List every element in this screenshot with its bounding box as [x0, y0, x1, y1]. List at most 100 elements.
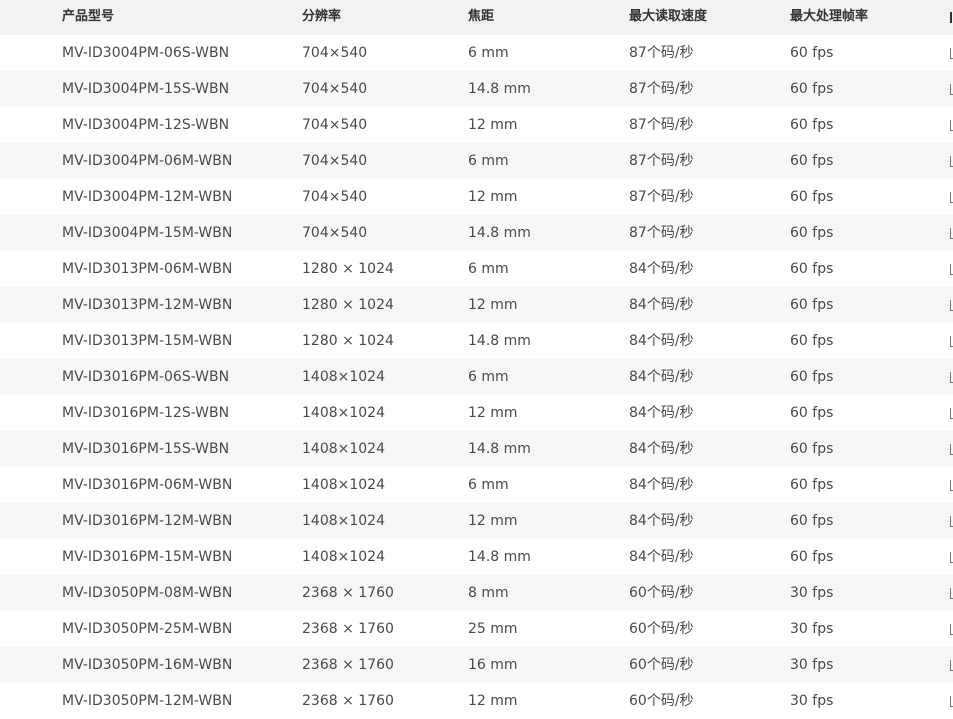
cell-max-frame-rate: 60 fps	[790, 549, 834, 565]
cell-max-frame-rate: 60 fps	[790, 261, 834, 277]
table-row: MV-ID3004PM-06S-WBN 704×540 6 mm 87个码/秒 60 f…	[0, 35, 953, 71]
cell-focal-length: 16 mm	[468, 657, 518, 673]
cell-focal-length: 12 mm	[468, 693, 518, 709]
cell-max-frame-rate: 60 fps	[790, 45, 834, 61]
cell-max-frame-rate: 60 fps	[790, 441, 834, 457]
cell-focal-length: 6 mm	[468, 153, 509, 169]
cell-focal-length: 12 mm	[468, 189, 518, 205]
table-row: MV-ID3013PM-06M-WBN 1280 × 1024 6 mm 84个码/秒…	[0, 251, 953, 287]
cell-resolution: 1280 × 1024	[302, 333, 394, 349]
cell-resolution: 704×540	[302, 225, 368, 241]
cell-max-read-speed: 60个码/秒	[629, 657, 694, 673]
cell-focal-length: 12 mm	[468, 513, 518, 529]
cell-max-frame-rate: 60 fps	[790, 477, 834, 493]
cell-max-read-speed: 84个码/秒	[629, 297, 694, 313]
cell-focal-length: 6 mm	[468, 369, 509, 385]
cell-resolution: 2368 × 1760	[302, 693, 394, 709]
table-row: MV-ID3013PM-15M-WBN 1280 × 1024 14.8 mm 84个…	[0, 323, 953, 359]
table-row: MV-ID3050PM-08M-WBN 2368 × 1760 8 mm 60个码/秒…	[0, 575, 953, 611]
cell-focal-length: 6 mm	[468, 261, 509, 277]
cell-resolution: 1408×1024	[302, 549, 385, 565]
header-resolution: 分辨率	[302, 9, 342, 24]
cell-max-read-speed: 84个码/秒	[629, 369, 694, 385]
table-row: MV-ID3016PM-12M-WBN 1408×1024 12 mm 84个码/秒 6…	[0, 503, 953, 539]
cell-model: MV-ID3013PM-06M-WBN	[62, 261, 233, 277]
cell-max-frame-rate: 60 fps	[790, 81, 834, 97]
cell-max-read-speed: 87个码/秒	[629, 225, 694, 241]
cell-focal-length: 14.8 mm	[468, 441, 531, 457]
cell-focal-length: 8 mm	[468, 585, 509, 601]
cell-model: MV-ID3016PM-06M-WBN	[62, 477, 233, 493]
table-row: MV-ID3013PM-12M-WBN 1280 × 1024 12 mm 84个码/…	[0, 287, 953, 323]
header-model: 产品型号	[62, 9, 115, 24]
cell-max-read-speed: 84个码/秒	[629, 513, 694, 529]
cell-max-frame-rate: 60 fps	[790, 153, 834, 169]
cell-resolution: 1280 × 1024	[302, 261, 394, 277]
cell-resolution: 1408×1024	[302, 405, 385, 421]
cell-model: MV-ID3016PM-12M-WBN	[62, 513, 233, 529]
cell-resolution: 704×540	[302, 153, 368, 169]
cell-focal-length: 12 mm	[468, 117, 518, 133]
cell-model: MV-ID3004PM-15S-WBN	[62, 81, 230, 97]
table-row: MV-ID3004PM-12M-WBN 704×540 12 mm 87个码/秒 60 …	[0, 179, 953, 215]
cell-focal-length: 6 mm	[468, 477, 509, 493]
table-body: MV-ID3004PM-06S-WBN 704×540 6 mm 87个码/秒 60 f…	[0, 35, 953, 719]
cell-max-read-speed: 60个码/秒	[629, 693, 694, 709]
cell-resolution: 704×540	[302, 81, 368, 97]
cell-model: MV-ID3013PM-15M-WBN	[62, 333, 233, 349]
cell-max-read-speed: 87个码/秒	[629, 45, 694, 61]
cell-max-read-speed: 87个码/秒	[629, 117, 694, 133]
cell-max-frame-rate: 60 fps	[790, 189, 834, 205]
cell-model: MV-ID3004PM-12S-WBN	[62, 117, 230, 133]
table-row: MV-ID3016PM-06M-WBN 1408×1024 6 mm 84个码/秒 60…	[0, 467, 953, 503]
cell-model: MV-ID3004PM-06S-WBN	[62, 45, 230, 61]
table-row: MV-ID3016PM-15S-WBN 1408×1024 14.8 mm 84个码/…	[0, 431, 953, 467]
table-row: MV-ID3004PM-12S-WBN 704×540 12 mm 87个码/秒 60 …	[0, 107, 953, 143]
table-row: MV-ID3016PM-12S-WBN 1408×1024 12 mm 84个码/秒 6…	[0, 395, 953, 431]
cell-resolution: 704×540	[302, 117, 368, 133]
product-spec-table: 产品型号 分辨率 焦距 最大读取速度 最大处理帧率 MV-ID3004PM-06…	[0, 0, 953, 719]
table-row: MV-ID3004PM-15M-WBN 704×540 14.8 mm 87个码/秒 6…	[0, 215, 953, 251]
table-row: MV-ID3050PM-16M-WBN 2368 × 1760 16 mm 60个码/…	[0, 647, 953, 683]
cell-focal-length: 14.8 mm	[468, 81, 531, 97]
cell-max-frame-rate: 60 fps	[790, 297, 834, 313]
cell-resolution: 1408×1024	[302, 369, 385, 385]
header-focal-length: 焦距	[468, 9, 495, 24]
cell-focal-length: 12 mm	[468, 405, 518, 421]
cell-max-read-speed: 87个码/秒	[629, 81, 694, 97]
cell-model: MV-ID3050PM-25M-WBN	[62, 621, 233, 637]
cell-max-frame-rate: 60 fps	[790, 225, 834, 241]
cell-focal-length: 12 mm	[468, 297, 518, 313]
cell-max-frame-rate: 30 fps	[790, 657, 834, 673]
cell-resolution: 704×540	[302, 45, 368, 61]
cell-max-frame-rate: 60 fps	[790, 405, 834, 421]
cell-model: MV-ID3004PM-06M-WBN	[62, 153, 233, 169]
cell-focal-length: 14.8 mm	[468, 333, 531, 349]
cell-max-read-speed: 84个码/秒	[629, 477, 694, 493]
cell-max-read-speed: 84个码/秒	[629, 405, 694, 421]
table-row: MV-ID3050PM-12M-WBN 2368 × 1760 12 mm 60个码/…	[0, 683, 953, 719]
header-max-frame-rate: 最大处理帧率	[790, 9, 869, 24]
cell-max-read-speed: 60个码/秒	[629, 585, 694, 601]
cell-resolution: 704×540	[302, 189, 368, 205]
cell-model: MV-ID3016PM-06S-WBN	[62, 369, 230, 385]
cell-max-read-speed: 87个码/秒	[629, 153, 694, 169]
cell-resolution: 1408×1024	[302, 477, 385, 493]
cell-model: MV-ID3004PM-15M-WBN	[62, 225, 233, 241]
cell-max-frame-rate: 60 fps	[790, 333, 834, 349]
cell-resolution: 1408×1024	[302, 441, 385, 457]
header-max-read-speed: 最大读取速度	[629, 9, 708, 24]
cell-model: MV-ID3050PM-16M-WBN	[62, 657, 233, 673]
cell-resolution: 2368 × 1760	[302, 657, 394, 673]
cell-max-frame-rate: 30 fps	[790, 621, 834, 637]
cell-max-read-speed: 84个码/秒	[629, 549, 694, 565]
cell-resolution: 1408×1024	[302, 513, 385, 529]
table-row: MV-ID3050PM-25M-WBN 2368 × 1760 25 mm 60个码/…	[0, 611, 953, 647]
cell-max-read-speed: 87个码/秒	[629, 189, 694, 205]
table-header-row: 产品型号 分辨率 焦距 最大读取速度 最大处理帧率	[0, 0, 953, 35]
cell-max-read-speed: 84个码/秒	[629, 333, 694, 349]
cell-max-read-speed: 84个码/秒	[629, 261, 694, 277]
cell-model: MV-ID3016PM-12S-WBN	[62, 405, 230, 421]
cell-max-read-speed: 84个码/秒	[629, 441, 694, 457]
cell-focal-length: 14.8 mm	[468, 225, 531, 241]
